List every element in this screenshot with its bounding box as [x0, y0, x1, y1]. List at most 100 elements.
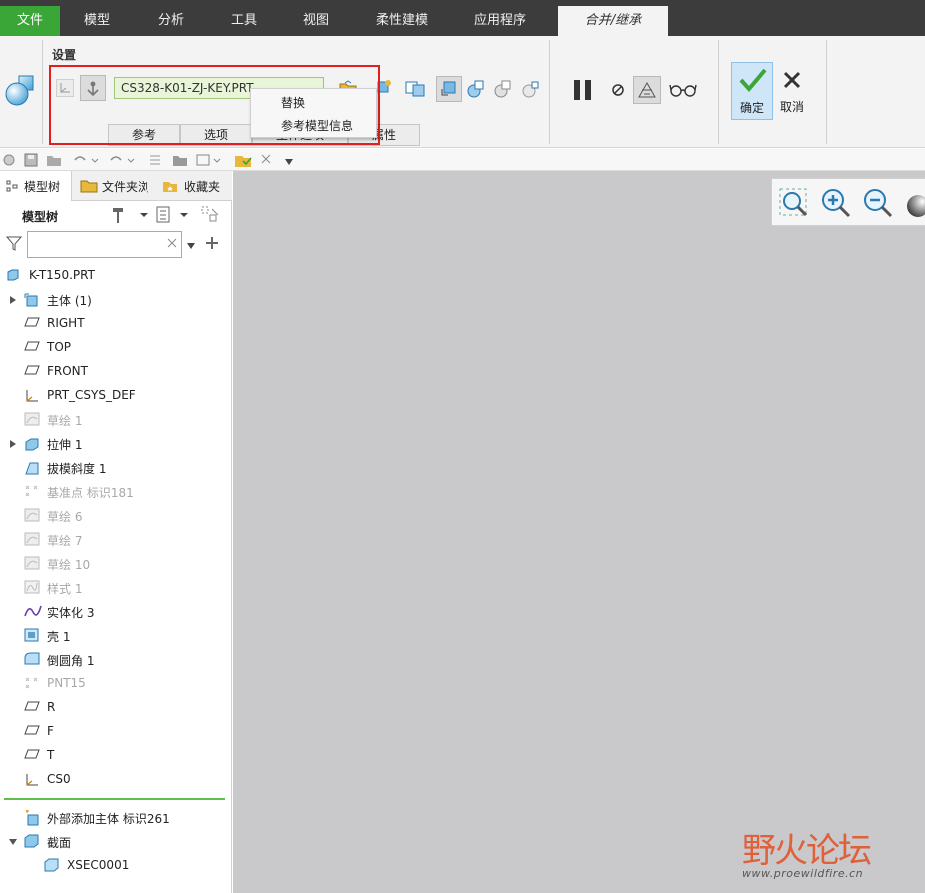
body-option-icon-3[interactable]	[520, 78, 542, 100]
tree-item[interactable]: 拔模斜度 1	[0, 456, 230, 478]
regen-all-icon[interactable]	[148, 153, 162, 167]
undo-icon[interactable]	[72, 153, 100, 167]
tree-item-label: XSEC0001	[67, 858, 130, 872]
body-option-icon-2[interactable]	[492, 78, 514, 100]
tab-applications[interactable]: 应用程序	[458, 6, 542, 36]
tab-view[interactable]: 视图	[285, 6, 347, 36]
csys-icon	[24, 772, 40, 791]
tree-item[interactable]: T	[0, 744, 230, 766]
tree-item[interactable]: K-T150.PRT	[0, 264, 230, 286]
tree-item[interactable]: 样式 1	[0, 576, 230, 598]
tab-analysis[interactable]: 分析	[140, 6, 202, 36]
tab-merge-inheritance[interactable]: 合并/继承	[558, 6, 668, 36]
tree-item[interactable]: 草绘 1	[0, 408, 230, 430]
glasses-icon[interactable]	[668, 78, 698, 100]
add-body-toggle-button[interactable]	[436, 76, 462, 102]
add-filter-icon[interactable]	[205, 236, 219, 250]
tree-item[interactable]: 基准点 标识181	[0, 480, 230, 502]
part-icon	[6, 268, 20, 285]
ok-button[interactable]: 确定	[731, 62, 773, 120]
tree-item-label: FRONT	[47, 364, 88, 378]
cancel-button[interactable]: 取消	[775, 62, 809, 120]
sketch-icon	[24, 412, 40, 429]
tab-flexible-modeling[interactable]: 柔性建模	[360, 6, 444, 36]
copy-datum-icon[interactable]	[404, 78, 428, 100]
tree-item[interactable]: 外部添加主体 标识261	[0, 806, 230, 828]
graphics-window[interactable]: 野火论坛 www.proewildfire.cn	[233, 171, 925, 893]
tree-search-input[interactable]	[27, 231, 182, 258]
sketch-icon	[24, 556, 40, 573]
tree-item[interactable]: 主体 (1)	[0, 288, 230, 310]
tree-title: 模型树	[22, 210, 59, 224]
tree-item[interactable]: 草绘 6	[0, 504, 230, 526]
tab-tools[interactable]: 工具	[213, 6, 275, 36]
menu-item-reference-model-info[interactable]: 参考模型信息	[281, 117, 353, 134]
tree-item-label: 截面	[47, 836, 72, 850]
tab-folder-browser[interactable]: 文件夹浏览器	[76, 171, 148, 201]
tree-item-label: 草绘 7	[47, 534, 83, 548]
tree-columns-icon[interactable]	[154, 205, 194, 225]
section-folder-icon	[24, 834, 40, 851]
tree-item[interactable]: 截面	[0, 830, 230, 852]
tree-item[interactable]: R	[0, 696, 230, 718]
extrude-icon	[24, 436, 40, 455]
tree-item[interactable]: TOP	[0, 336, 230, 358]
datum-plane-icon	[24, 364, 40, 379]
save-icon[interactable]	[24, 153, 38, 167]
tab-favorites[interactable]: 收藏夹	[158, 171, 232, 201]
windows-dropdown-icon[interactable]	[196, 153, 224, 167]
body-option-icon-1[interactable]	[465, 78, 487, 100]
tree-item[interactable]: RIGHT	[0, 312, 230, 334]
tree-item[interactable]: FRONT	[0, 360, 230, 382]
tree-item[interactable]: CS0	[0, 768, 230, 790]
zoom-out-icon[interactable]	[862, 187, 894, 219]
clear-search-icon[interactable]	[166, 237, 178, 249]
close-window-icon[interactable]	[234, 152, 252, 168]
window-icon[interactable]	[172, 153, 188, 167]
tree-item[interactable]: PNT15	[0, 672, 230, 694]
verify-preview-button[interactable]	[633, 76, 661, 104]
datum-point-icon	[24, 676, 40, 693]
tab-model[interactable]: 模型	[66, 6, 128, 36]
filter-icon[interactable]	[5, 235, 23, 251]
refit-icon[interactable]	[778, 187, 810, 219]
tree-item-label: 主体 (1)	[47, 294, 92, 308]
tree-item-label: 倒圆角 1	[47, 654, 95, 668]
context-menu: 替换 参考模型信息	[250, 88, 377, 138]
regenerate-icon[interactable]	[2, 153, 16, 167]
tree-settings-icon[interactable]	[110, 205, 150, 225]
pause-button[interactable]	[570, 78, 596, 102]
datum-plane-icon	[24, 748, 40, 763]
shading-sphere-icon[interactable]	[904, 193, 925, 219]
tree-item-label: K-T150.PRT	[29, 268, 95, 282]
tree-filter-settings-icon[interactable]	[200, 205, 222, 225]
close-icon[interactable]	[260, 153, 272, 165]
tree-item[interactable]: 草绘 10	[0, 552, 230, 574]
tab-file[interactable]: 文件	[0, 6, 60, 36]
tree-item-label: 实体化 3	[47, 606, 95, 620]
tree-item-label: CS0	[47, 772, 71, 786]
tree-item[interactable]: F	[0, 720, 230, 742]
search-dropdown-icon[interactable]	[186, 239, 196, 249]
expand-arrow-icon[interactable]	[8, 836, 18, 850]
tree-item[interactable]: 拉伸 1	[0, 432, 230, 454]
open-icon[interactable]	[46, 153, 62, 167]
datum-plane-icon	[24, 316, 40, 331]
datum-plane-icon	[24, 724, 40, 739]
menu-item-replace[interactable]: 替换	[281, 94, 305, 111]
tree-item[interactable]: 草绘 7	[0, 528, 230, 550]
expand-arrow-icon[interactable]	[8, 438, 18, 452]
redo-icon[interactable]	[108, 153, 136, 167]
tree-item-label: 拉伸 1	[47, 438, 83, 452]
no-preview-icon[interactable]	[610, 82, 626, 98]
tree-item[interactable]: PRT_CSYS_DEF	[0, 384, 230, 406]
tree-item[interactable]: 倒圆角 1	[0, 648, 230, 670]
zoom-in-icon[interactable]	[820, 187, 852, 219]
customize-dropdown-icon[interactable]	[284, 155, 294, 165]
expand-arrow-icon[interactable]	[8, 294, 18, 308]
tree-item-label: 壳 1	[47, 630, 71, 644]
tree-item[interactable]: 壳 1	[0, 624, 230, 646]
tree-item[interactable]: 实体化 3	[0, 600, 230, 622]
tree-item[interactable]: XSEC0001	[0, 854, 230, 876]
tab-model-tree[interactable]: 模型树	[0, 171, 72, 201]
